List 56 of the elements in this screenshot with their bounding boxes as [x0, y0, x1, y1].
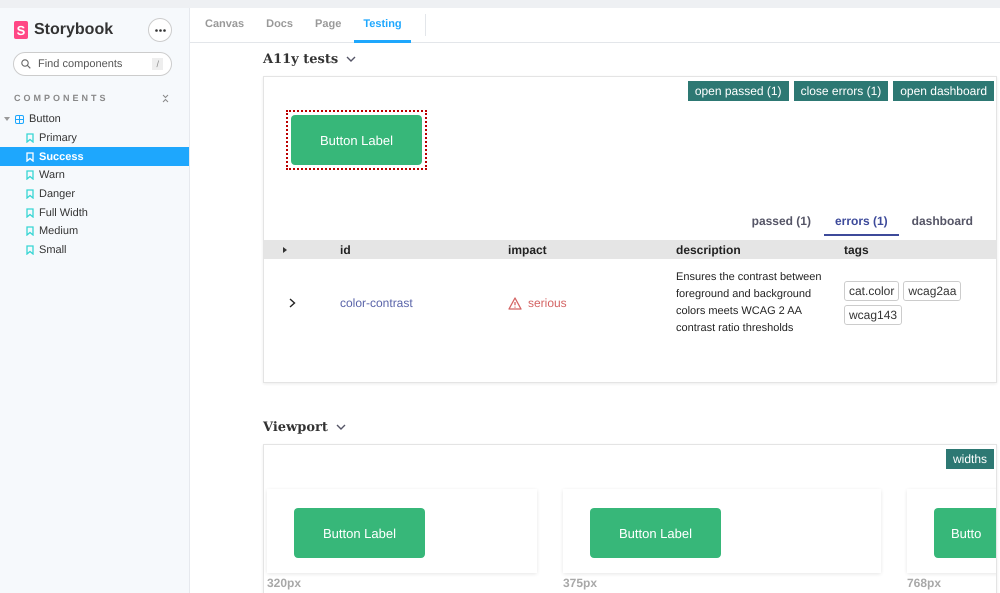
logo-icon: S: [14, 21, 28, 39]
width-label: 320px: [267, 576, 302, 590]
tree-item[interactable]: Danger: [0, 184, 189, 204]
expand-icon[interactable]: [289, 298, 296, 308]
tag: wcag143: [844, 305, 902, 325]
tab[interactable]: Page: [306, 8, 350, 43]
bookmark-icon: [26, 152, 34, 162]
section-label: COMPONENTS: [14, 93, 109, 103]
result-tab[interactable]: dashboard: [900, 208, 984, 236]
tree-item[interactable]: Small: [0, 240, 189, 260]
section-heading: A11y tests: [263, 52, 338, 66]
tag: cat.color: [844, 281, 900, 301]
tree-item[interactable]: Warn: [0, 166, 189, 185]
action-button[interactable]: open dashboard: [893, 81, 994, 101]
search-icon: [21, 59, 31, 69]
action-button[interactable]: open passed (1): [688, 81, 789, 101]
caret-icon: [4, 116, 10, 122]
tag: wcag2aa: [903, 281, 962, 301]
tab[interactable]: Canvas: [196, 8, 254, 43]
impact-text: serious: [528, 296, 567, 310]
tree-item[interactable]: Success: [0, 147, 189, 166]
tab[interactable]: Testing: [354, 8, 411, 43]
bookmark-icon: [26, 226, 34, 236]
tree-item[interactable]: Full Width: [0, 203, 189, 222]
bookmark-icon: [26, 245, 34, 256]
chevron-icon[interactable]: [336, 424, 346, 430]
width-label: 375px: [563, 576, 598, 590]
component-icon: [15, 114, 24, 124]
width-label: 768px: [907, 576, 942, 590]
result-tab[interactable]: errors (1): [824, 208, 899, 236]
description-text: Ensures the contrast between foreground and background colors meets WCAG 2 AA contrast ratio thresholds: [676, 270, 823, 336]
section-heading: Viewport: [263, 420, 328, 434]
bookmark-icon: [26, 170, 34, 180]
column-header: impact: [508, 242, 548, 256]
tree-item[interactable]: Medium: [0, 222, 189, 241]
collapse-icon[interactable]: [162, 94, 169, 102]
caret-icon: [283, 246, 287, 252]
bookmark-icon: [26, 189, 34, 200]
action-button[interactable]: widths: [946, 449, 994, 469]
bookmark-icon: [26, 208, 34, 218]
tree-item[interactable]: Button: [0, 110, 189, 129]
warning-icon: [508, 296, 522, 310]
action-button[interactable]: close errors (1): [794, 81, 888, 101]
more-button[interactable]: [148, 18, 172, 42]
ellipsis-icon: [154, 28, 166, 32]
chevron-icon[interactable]: [346, 56, 356, 62]
column-header: description: [676, 242, 742, 256]
tab[interactable]: Docs: [257, 8, 302, 43]
bookmark-icon: [26, 133, 34, 144]
column-header: id: [340, 242, 352, 256]
rule-link[interactable]: color-contrast: [340, 296, 508, 310]
tree-item[interactable]: Primary: [0, 128, 189, 148]
shortcut-key: /: [152, 58, 163, 70]
result-tab[interactable]: passed (1): [740, 208, 822, 236]
brand-name: Storybook: [34, 21, 114, 39]
column-header: tags: [844, 242, 870, 256]
